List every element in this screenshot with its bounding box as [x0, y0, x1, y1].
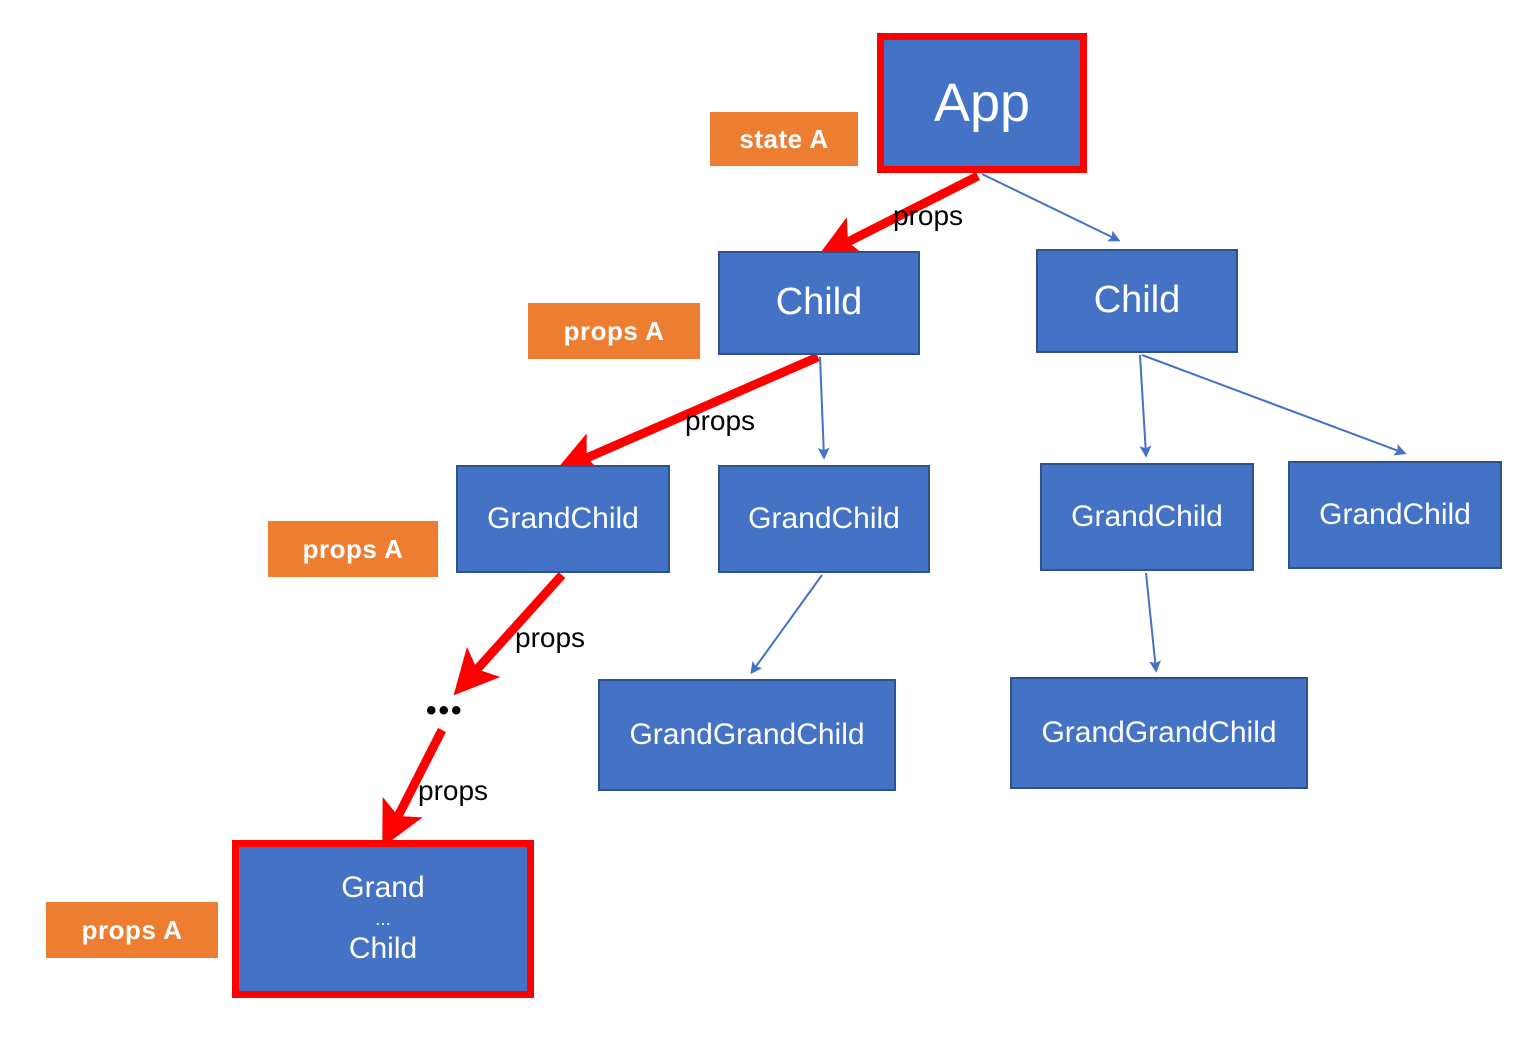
edge-label-props-app-child: props [893, 200, 964, 231]
node-gc1[interactable]: GrandChild [456, 465, 670, 573]
node-label-line: Child [775, 281, 863, 324]
badge-props-a3: props A [46, 902, 218, 958]
node-label-line: GrandChild [1319, 497, 1471, 531]
edge-gc2-to-ggc1 [750, 574, 823, 675]
node-child1[interactable]: Child [718, 251, 920, 355]
node-label-line: GrandGrandChild [1041, 715, 1277, 749]
node-gc4[interactable]: GrandChild [1288, 461, 1502, 569]
diagram-canvas: App Child Child GrandChild GrandChild GrandCh… [0, 0, 1536, 1038]
node-ggc2[interactable]: GrandGrandChild [1010, 677, 1308, 789]
node-app[interactable]: App [877, 33, 1087, 173]
edge-label-props-gc-ellipsis: props [515, 622, 586, 653]
badge-label: props A [81, 914, 183, 945]
node-label-line: App [933, 72, 1031, 133]
node-label-line: Child [348, 932, 418, 966]
badge-state-a: state A [710, 112, 858, 166]
node-ggc1[interactable]: GrandGrandChild [598, 679, 896, 791]
edge-gc3-to-ggc2 [1145, 572, 1162, 673]
badge-label: props A [302, 533, 404, 564]
node-label-line: GrandChild [487, 501, 639, 535]
node-gc3[interactable]: GrandChild [1040, 463, 1254, 571]
edge-child2-to-gc3 [1139, 354, 1152, 458]
node-child2[interactable]: Child [1036, 249, 1238, 353]
node-label-line: Grand [341, 871, 425, 905]
node-label-line: Child [1093, 279, 1181, 322]
edge-label-props-child-gc: props [685, 405, 756, 436]
node-label-line: GrandChild [748, 501, 900, 535]
badge-label: props A [563, 315, 665, 346]
badge-label: state A [739, 123, 829, 154]
edge-child1-to-gc2 [817, 356, 830, 460]
edge-app-to-child2 [981, 173, 1121, 242]
node-deep[interactable]: Grand... Child [232, 840, 534, 998]
edge-child2-to-gc4 [1141, 354, 1407, 456]
node-label-line: GrandChild [1071, 499, 1223, 533]
node-label-line: GrandGrandChild [629, 717, 865, 751]
node-label-line: ... [375, 907, 391, 929]
badge-props-a2: props A [268, 521, 438, 577]
ellipsis-node: ••• [426, 694, 464, 727]
badge-props-a1: props A [528, 303, 700, 359]
node-gc2[interactable]: GrandChild [718, 465, 930, 573]
edge-label-props-ellipsis-deep: props [418, 775, 489, 806]
